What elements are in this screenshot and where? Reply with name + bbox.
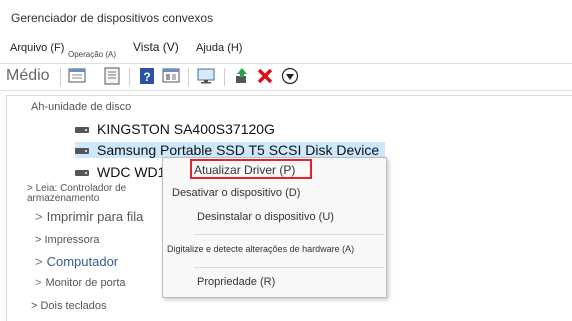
- tree-node-print-queue[interactable]: > Imprimir para fila: [35, 209, 143, 224]
- tree-node-printers[interactable]: > Impressora: [35, 234, 100, 246]
- view-icon[interactable]: [162, 67, 180, 85]
- tree-node-computer[interactable]: > Computador: [35, 254, 118, 269]
- disk-label: WDC WD1: [97, 164, 166, 180]
- highlight-box: [190, 159, 312, 179]
- disk-drive-icon: [75, 170, 89, 177]
- tree-disk-item[interactable]: KINGSTON SA400S37120G: [75, 121, 275, 137]
- tree-category-disk-drives[interactable]: Ah-unidade de disco: [31, 101, 131, 113]
- menu-help[interactable]: Ajuda (H): [196, 42, 242, 54]
- node-label: Computador: [46, 254, 119, 269]
- chevron-right-icon: >: [35, 254, 43, 269]
- window-title: Gerenciador de dispositivos convexos: [11, 11, 214, 25]
- chevron-right-icon: >: [35, 277, 42, 289]
- menu-view[interactable]: Vista (V): [133, 40, 179, 54]
- toolbar: Médio ?: [0, 63, 572, 91]
- toolbar-separator: [224, 68, 225, 86]
- menu-item-scan-hardware[interactable]: Digitalize e detecte alterações de hardw…: [167, 244, 354, 254]
- svg-text:?: ?: [143, 70, 150, 84]
- node-label: Monitor de porta: [45, 277, 126, 289]
- disk-drive-icon: [75, 148, 89, 155]
- menu-operation[interactable]: Operação (A): [68, 50, 116, 59]
- menu-item-disable-device[interactable]: Desativar o dispositivo (D): [172, 187, 300, 199]
- chevron-right-icon: >: [35, 209, 43, 224]
- menu-bar: Arquivo (F) Operação (A) Vista (V) Ajuda…: [0, 38, 572, 62]
- toolbar-separator: [129, 68, 130, 86]
- enable-device-icon[interactable]: [233, 67, 251, 85]
- menu-item-properties[interactable]: Propriedade (R): [197, 276, 275, 288]
- menu-separator: [194, 267, 384, 268]
- disk-label: KINGSTON SA400S37120G: [97, 121, 275, 137]
- disk-label: Samsung Portable SSD T5 SCSI Disk Device: [97, 142, 380, 158]
- tree-disk-item-selected[interactable]: Samsung Portable SSD T5 SCSI Disk Device: [75, 142, 386, 158]
- menu-file[interactable]: Arquivo (F): [10, 42, 64, 54]
- update-driver-icon[interactable]: [103, 67, 121, 85]
- tree-disk-item[interactable]: WDC WD1: [75, 164, 165, 180]
- properties-icon[interactable]: [68, 67, 86, 85]
- help-icon[interactable]: ?: [138, 67, 156, 85]
- node-label: Imprimir para fila: [46, 209, 144, 224]
- menu-separator: [194, 234, 384, 235]
- tree-node-port-monitor[interactable]: > Monitor de porta: [35, 277, 126, 289]
- download-icon[interactable]: [281, 67, 299, 85]
- toolbar-separator: [60, 68, 61, 86]
- tree-node-keyboards[interactable]: > Dois teclados: [31, 300, 107, 312]
- toolbar-label: Médio: [6, 67, 50, 84]
- remove-icon[interactable]: [256, 67, 274, 85]
- monitor-icon[interactable]: [197, 67, 215, 85]
- toolbar-separator: [188, 68, 189, 86]
- tree-node-storage-controllers[interactable]: > Leia: Controlador de armazenamento: [27, 184, 145, 204]
- menu-item-uninstall-device[interactable]: Desinstalar o dispositivo (U): [197, 211, 334, 223]
- disk-drive-icon: [75, 127, 89, 134]
